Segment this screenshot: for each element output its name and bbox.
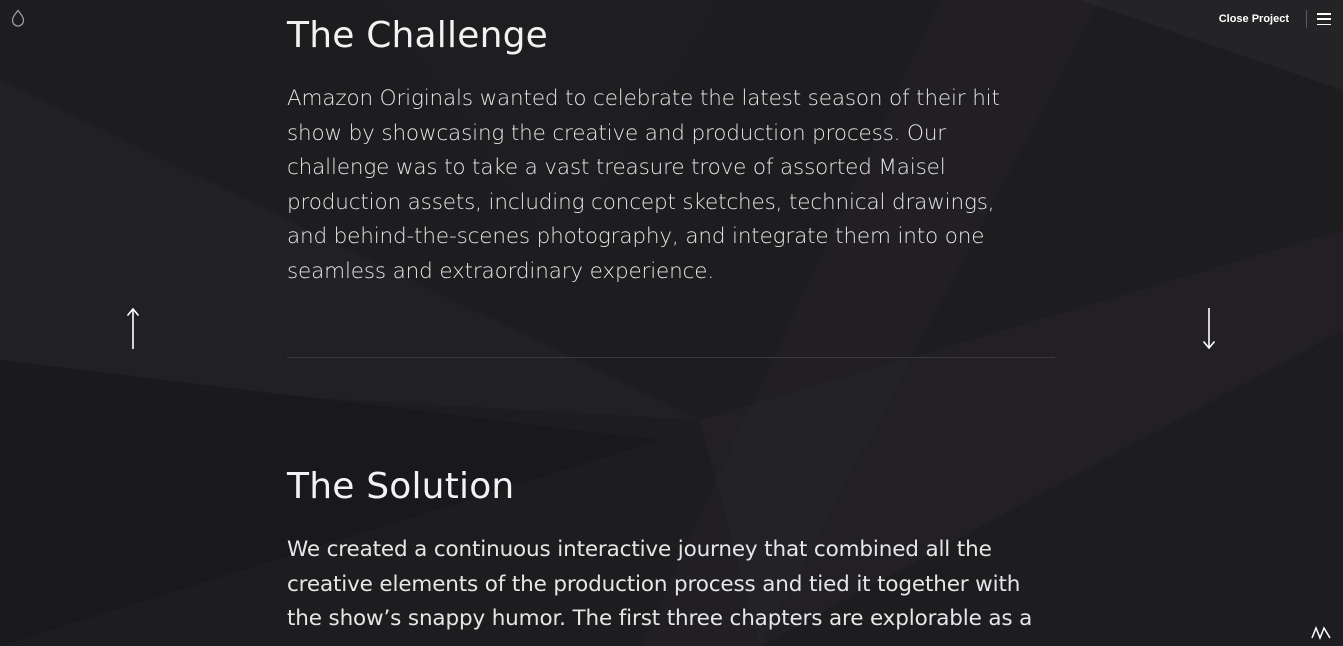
brand-mark-icon[interactable]	[1311, 626, 1331, 640]
challenge-heading: The Challenge	[287, 15, 548, 56]
drop-logo-icon[interactable]	[10, 9, 26, 27]
challenge-line: show by showcasing the creative and prod…	[287, 120, 946, 146]
challenge-line: seamless and extraordinary experience.	[287, 258, 715, 284]
section-divider	[287, 357, 1055, 358]
hamburger-menu-icon[interactable]	[1317, 13, 1331, 25]
topbar-divider	[1306, 10, 1307, 28]
solution-line: We created a continuous interactive jour…	[287, 537, 992, 562]
hamburger-line	[1317, 18, 1331, 20]
hamburger-line	[1317, 23, 1331, 25]
solution-heading: The Solution	[287, 466, 515, 507]
challenge-line: Amazon Originals wanted to celebrate the…	[287, 86, 1000, 111]
challenge-line: and behind-the-scenes photography, and i…	[287, 224, 985, 249]
close-project-link[interactable]: Close Project	[1219, 11, 1306, 27]
solution-line: creative elements of the production proc…	[287, 571, 1021, 597]
arrow-down-icon[interactable]	[1202, 306, 1216, 350]
project-page: Close Project The Challenge Amazon Origi…	[0, 0, 1343, 646]
arrow-up-icon[interactable]	[126, 307, 140, 351]
solution-line: the show’s snappy humor. The first three…	[287, 606, 1033, 631]
top-navigation: Close Project	[1219, 10, 1331, 28]
challenge-paragraph: Amazon Originals wanted to celebrate the…	[287, 82, 1047, 289]
solution-paragraph: We created a continuous interactive jour…	[287, 533, 1047, 637]
challenge-line: production assets, including concept ske…	[287, 189, 995, 215]
challenge-line: challenge was to take a vast treasure tr…	[287, 155, 946, 180]
hamburger-line	[1317, 13, 1331, 15]
